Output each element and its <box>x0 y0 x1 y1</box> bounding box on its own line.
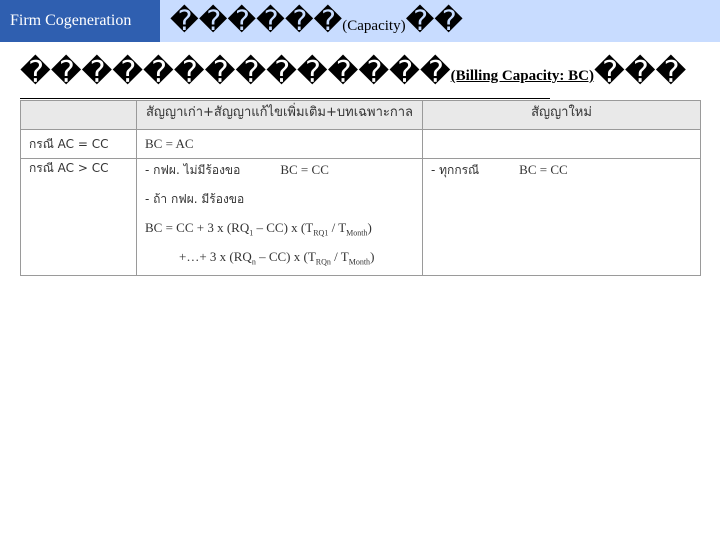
billing-rules-table: สัญญาเก่า+สัญญาแก้ไขเพิ่มเติม+บทเฉพาะกาล… <box>20 100 701 276</box>
case-ac-equals-cc: กรณี AC = CC <box>20 129 137 159</box>
subtitle-billing-capacity: (Billing Capacity: BC) <box>450 68 595 84</box>
table-row: กรณี AC > CC - กฟผ. ไม่มีร้องขอ BC = CC -… <box>20 158 701 276</box>
old-contract-cell: - กฟผ. ไม่มีร้องขอ BC = CC - ถ้า กฟผ. มีร… <box>136 158 423 276</box>
rule-no-request: - กฟผ. ไม่มีร้องขอ BC = CC <box>145 162 329 177</box>
formula-line-2: +…+ 3 x (RQn – CC) x (TRQn / TMonth) <box>179 249 375 267</box>
title-glyphs-b: �� <box>405 4 463 37</box>
rule-all-cases: - ทุกกรณี BC = CC <box>431 162 568 177</box>
slide-subtitle: ��������������(Billing Capacity: BC)��� <box>20 54 700 92</box>
title-glyphs-a: ������ <box>170 4 343 37</box>
header-empty-cell <box>20 100 137 130</box>
header-new-contract: สัญญาใหม่ <box>422 100 701 130</box>
subtitle-glyphs-b: ��� <box>594 55 687 90</box>
new-contract-cell <box>422 129 701 159</box>
table-row: กรณี AC = CC BC = AC <box>20 129 701 159</box>
rule-with-request: - ถ้า กฟผ. มีร้องขอ <box>145 192 245 206</box>
table-header-row: สัญญาเก่า+สัญญาแก้ไขเพิ่มเติม+บทเฉพาะกาล… <box>20 100 701 130</box>
formula-line-1: BC = CC + 3 x (RQ1 – CC) x (TRQ1 / TMont… <box>145 220 372 238</box>
old-contract-cell: BC = AC <box>136 129 423 159</box>
section-tag: Firm Cogeneration <box>0 0 160 42</box>
subtitle-underline <box>20 98 550 99</box>
slide-title: ������(Capacity)�� <box>170 4 463 38</box>
subtitle-glyphs-a: �������������� <box>20 55 451 90</box>
case-ac-greater-cc: กรณี AC > CC <box>20 158 137 276</box>
title-capacity: (Capacity) <box>342 18 406 34</box>
header-old-contract: สัญญาเก่า+สัญญาแก้ไขเพิ่มเติม+บทเฉพาะกาล <box>136 100 423 130</box>
new-contract-cell: - ทุกกรณี BC = CC <box>422 158 701 276</box>
